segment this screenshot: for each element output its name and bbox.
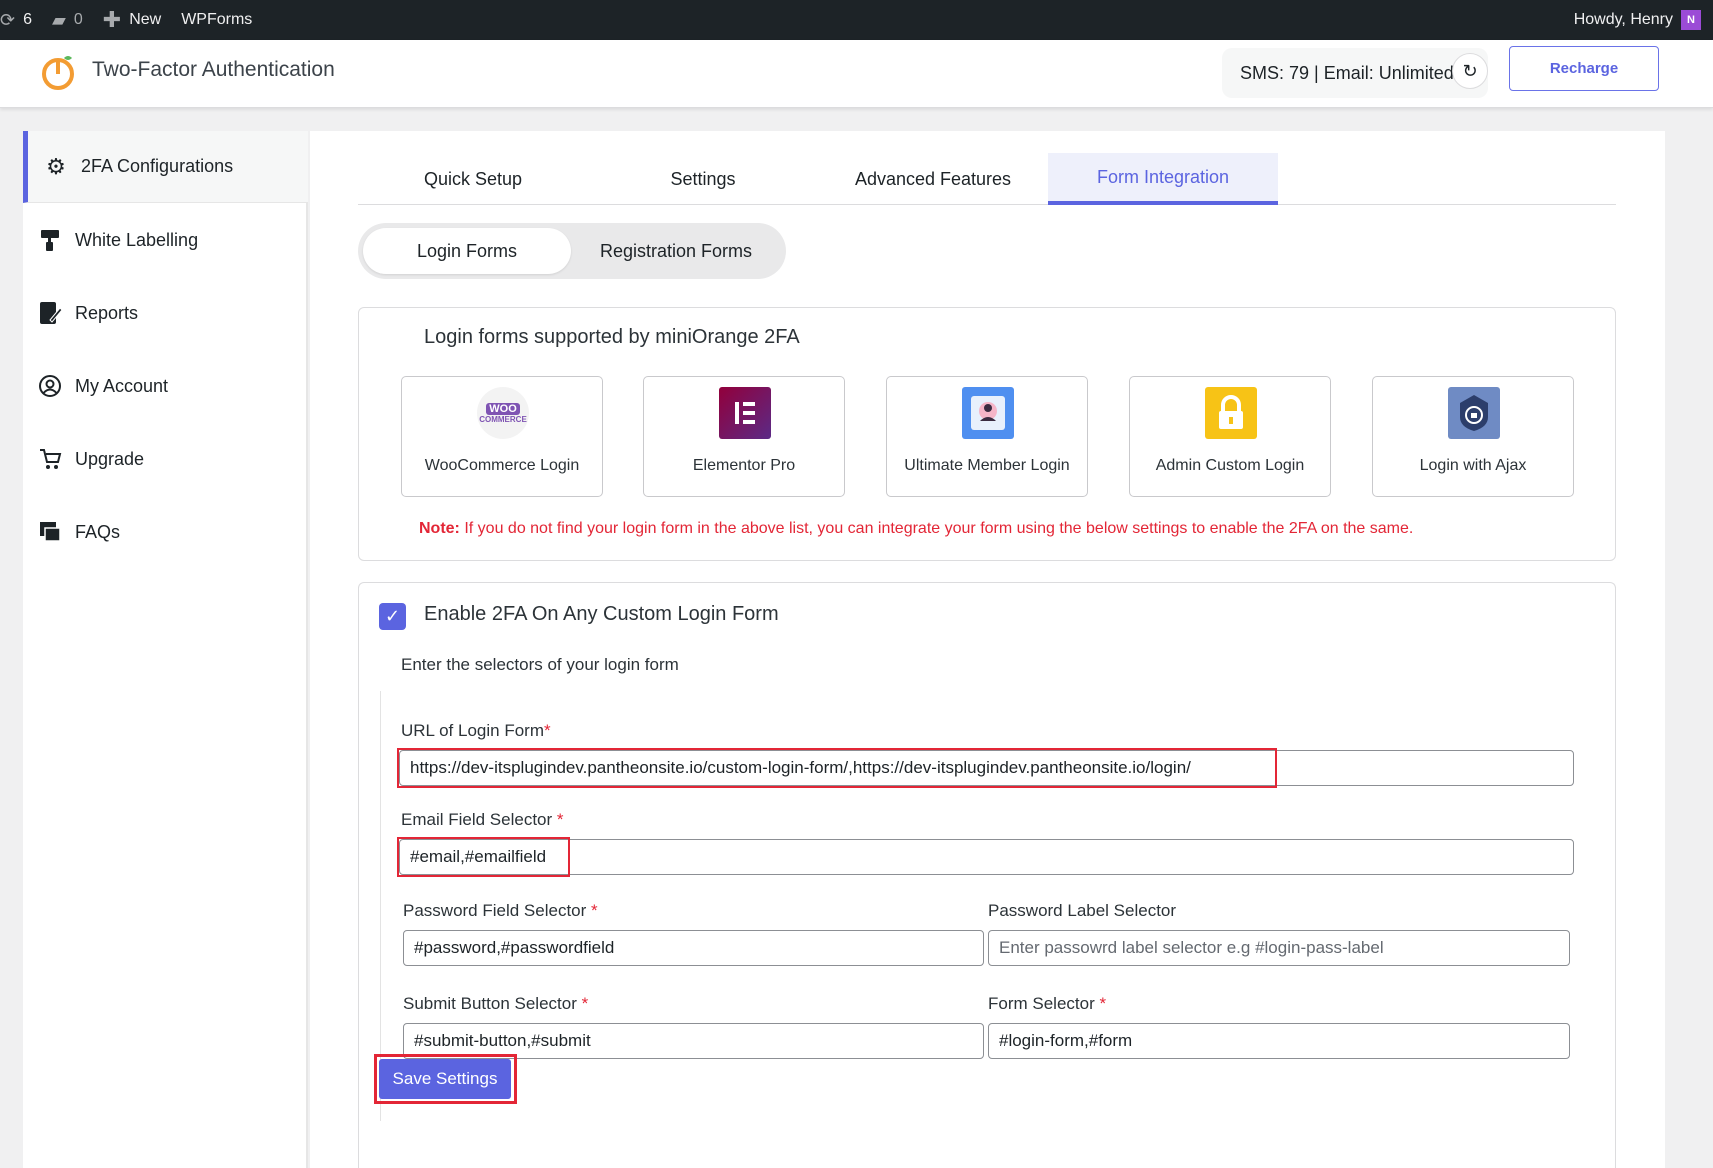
recharge-button[interactable]: Recharge <box>1509 46 1659 91</box>
integration-note: Note: If you do not find your login form… <box>419 520 1413 538</box>
form-ultimate-member[interactable]: Ultimate Member Login <box>886 376 1088 497</box>
sidebar-item-label: White Labelling <box>75 229 199 250</box>
password-field-selector-input[interactable]: #password,#passwordfield <box>403 930 984 966</box>
comments-item[interactable]: ▰ 0 <box>42 0 93 40</box>
new-label: New <box>129 11 162 28</box>
password-label-selector-input[interactable]: Enter passowrd label selector e.g #login… <box>988 930 1570 966</box>
sidebar-item-label: Upgrade <box>75 448 145 469</box>
user-circle-icon <box>37 373 63 399</box>
form-label: Ultimate Member Login <box>904 457 1070 474</box>
form-selector-input[interactable]: #login-form,#form <box>988 1023 1570 1059</box>
new-content-item[interactable]: ✚ New <box>93 0 171 40</box>
wp-admin-bar: ⟳ 6 ▰ 0 ✚ New WPForms Howdy, Henry N <box>0 0 1713 40</box>
submit-label-text: Submit Button Selector <box>403 994 582 1013</box>
url-highlight-box <box>397 748 1277 788</box>
form-label-text: Form Selector <box>988 994 1100 1013</box>
sidebar-item-upgrade[interactable]: Upgrade <box>23 423 308 495</box>
password-field-label: Password Field Selector * <box>403 901 598 921</box>
gear-icon: ⚙ <box>46 153 66 179</box>
enable-custom-form-label: Enable 2FA On Any Custom Login Form <box>424 603 779 625</box>
plugin-header: Two-Factor Authentication SMS: 79 | Emai… <box>0 40 1713 108</box>
plugin-title: Two-Factor Authentication <box>92 58 335 81</box>
password-label-selector-label: Password Label Selector <box>988 901 1177 920</box>
form-label: WooCommerce Login <box>424 457 580 474</box>
custom-form-card: ✓ Enable 2FA On Any Custom Login Form En… <box>358 582 1616 1168</box>
required-mark: * <box>1099 994 1107 1013</box>
email-highlight-box <box>397 837 570 877</box>
sidebar-item-reports[interactable]: Reports <box>23 277 308 349</box>
subtab-registration-forms[interactable]: Registration Forms <box>571 228 781 274</box>
cart-icon <box>37 446 63 472</box>
tab-bar: Quick Setup Settings Advanced Features F… <box>358 153 1616 205</box>
form-login-with-ajax[interactable]: Login with Ajax <box>1372 376 1574 497</box>
comments-count: 0 <box>73 11 83 28</box>
comment-icon: ▰ <box>52 9 66 30</box>
form-elementor-pro[interactable]: Elementor Pro <box>643 376 845 497</box>
form-label: Admin Custom Login <box>1155 457 1305 474</box>
required-mark: * <box>581 994 589 1013</box>
subtab-login-forms[interactable]: Login Forms <box>363 228 571 274</box>
credits-display: SMS: 79 | Email: Unlimited <box>1222 48 1488 98</box>
sidebar-item-label: Reports <box>75 302 139 323</box>
enable-custom-form-checkbox[interactable]: ✓ <box>379 603 406 630</box>
updates-count: 6 <box>23 11 32 28</box>
tab-form-integration[interactable]: Form Integration <box>1048 153 1278 205</box>
account-menu[interactable]: Howdy, Henry N <box>1574 10 1713 30</box>
url-label-text: URL of Login Form <box>401 721 544 740</box>
sidebar-item-my-account[interactable]: My Account <box>23 350 308 422</box>
updates-item[interactable]: ⟳ 6 <box>0 0 42 40</box>
sidebar-item-2fa-configurations[interactable]: ⚙ 2FA Configurations <box>23 131 308 203</box>
supported-forms-card: Login forms supported by miniOrange 2FA … <box>358 307 1616 561</box>
supported-forms-title: Login forms supported by miniOrange 2FA <box>424 326 800 348</box>
shield-lock-icon <box>1448 387 1500 439</box>
refresh-updates-icon: ⟳ <box>0 9 16 30</box>
elementor-icon <box>719 387 771 439</box>
wpforms-item[interactable]: WPForms <box>171 0 262 40</box>
tab-settings[interactable]: Settings <box>588 153 818 205</box>
lock-icon <box>1205 387 1257 439</box>
email-label-text: Email Field Selector <box>401 810 557 829</box>
report-icon <box>37 300 63 326</box>
woocommerce-icon: WOO COMMERCE <box>477 387 529 439</box>
email-field-selector-input[interactable]: #email,#emailfield <box>399 839 1574 875</box>
wpforms-label: WPForms <box>181 11 253 28</box>
tab-advanced-features[interactable]: Advanced Features <box>818 153 1048 205</box>
check-icon: ✓ <box>384 606 401 626</box>
avatar: N <box>1681 10 1701 30</box>
miniorange-logo-icon <box>42 56 74 90</box>
faq-icon <box>37 519 63 545</box>
sidebar-item-label: FAQs <box>75 521 121 542</box>
selectors-hint: Enter the selectors of your login form <box>401 655 679 674</box>
save-highlight-box <box>374 1054 517 1104</box>
form-label: Login with Ajax <box>1419 457 1527 474</box>
plus-icon: ✚ <box>102 7 122 32</box>
submit-button-label: Submit Button Selector * <box>403 994 588 1014</box>
required-mark: * <box>543 721 551 740</box>
main-panel: Quick Setup Settings Advanced Features F… <box>310 131 1665 1168</box>
credits-text: SMS: 79 | Email: Unlimited <box>1240 62 1454 83</box>
refresh-icon: ↻ <box>1462 60 1478 81</box>
sidebar-item-faqs[interactable]: FAQs <box>23 496 308 568</box>
tab-quick-setup[interactable]: Quick Setup <box>358 153 588 205</box>
sidebar-item-label: My Account <box>75 375 169 396</box>
form-admin-custom-login[interactable]: Admin Custom Login <box>1129 376 1331 497</box>
sidebar-item-white-labelling[interactable]: White Labelling <box>23 204 308 276</box>
refresh-credits-button[interactable]: ↻ <box>1452 53 1488 89</box>
required-mark: * <box>556 810 564 829</box>
form-selector-label: Form Selector * <box>988 994 1106 1014</box>
url-field-label: URL of Login Form* <box>401 721 551 741</box>
password-label-text: Password Field Selector <box>403 901 592 920</box>
email-field-label: Email Field Selector * <box>401 810 564 830</box>
sidebar: ⚙ 2FA Configurations White Labelling Rep… <box>23 131 308 1168</box>
note-prefix: Note: <box>419 520 460 537</box>
howdy-greeting: Howdy, Henry <box>1573 11 1673 28</box>
form-label: Elementor Pro <box>692 457 796 474</box>
form-woocommerce[interactable]: WOO COMMERCE WooCommerce Login <box>401 376 603 497</box>
sidebar-item-label: 2FA Configurations <box>81 156 234 176</box>
form-type-toggle: Login Forms Registration Forms <box>358 223 786 279</box>
ultimate-member-icon <box>962 387 1014 439</box>
paint-roller-icon <box>37 227 63 253</box>
required-mark: * <box>591 901 598 920</box>
note-text: If you do not find your login form in th… <box>459 520 1414 537</box>
